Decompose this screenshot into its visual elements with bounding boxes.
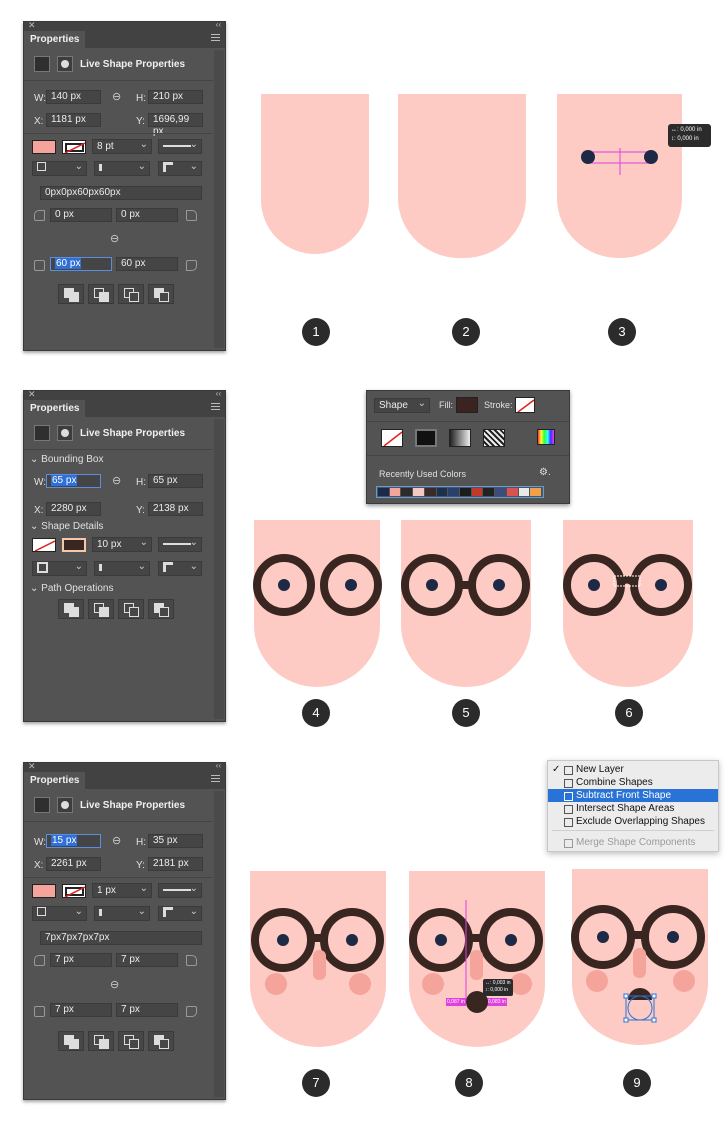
menu-item-combine[interactable]: Combine Shapes: [548, 776, 718, 789]
pupil: [278, 579, 290, 591]
recent-colors-row: [376, 486, 544, 498]
recent-color-swatch[interactable]: [506, 488, 518, 496]
pupil: [277, 934, 289, 946]
stroke-label: Stroke:: [484, 400, 513, 410]
cheek: [510, 973, 532, 995]
cheek: [422, 973, 444, 995]
gradient-button[interactable]: [449, 429, 471, 447]
stroke-color-swatch[interactable]: [515, 397, 535, 413]
menu-label: Exclude Overlapping Shapes: [576, 816, 705, 827]
artwork-canvas: [250, 94, 708, 1047]
recent-color-swatch[interactable]: [518, 488, 530, 496]
pupil: [505, 934, 517, 946]
gear-icon[interactable]: ⚙.: [539, 467, 551, 478]
menu-label: Subtract Front Shape: [576, 790, 672, 801]
nose: [313, 950, 326, 980]
path-operations-menu: ✓ New Layer Combine Shapes Subtract Front…: [547, 760, 719, 852]
step-badge: 5: [452, 699, 480, 727]
menu-item-exclude[interactable]: Exclude Overlapping Shapes: [548, 815, 718, 828]
pupil: [426, 579, 438, 591]
divider: [367, 455, 569, 456]
pupil: [345, 579, 357, 591]
recent-color-swatch[interactable]: [483, 488, 495, 496]
check-icon: ✓: [552, 764, 561, 775]
menu-item-new-layer[interactable]: ✓ New Layer: [548, 763, 718, 776]
combine-icon: [564, 779, 573, 788]
fill-popup: Shape Fill: Stroke: Recently Used Colors…: [366, 390, 570, 504]
pupil: [493, 579, 505, 591]
recent-color-swatch[interactable]: [460, 488, 471, 496]
pupil: [597, 931, 609, 943]
measure-line-1: ↔: 0,000 in: [671, 127, 702, 133]
step-badge: 4: [302, 699, 330, 727]
recent-color-swatch[interactable]: [495, 488, 506, 496]
recent-color-swatch[interactable]: [389, 488, 401, 496]
pupil: [588, 579, 600, 591]
step-badge: 7: [302, 1069, 330, 1097]
face-shape-1[interactable]: [261, 94, 369, 254]
menu-item-subtract[interactable]: Subtract Front Shape: [548, 789, 718, 802]
fill-label: Fill:: [439, 400, 453, 410]
divider: [367, 421, 569, 422]
menu-item-intersect[interactable]: Intersect Shape Areas: [548, 802, 718, 815]
step-badge: 6: [615, 699, 643, 727]
cheek: [586, 970, 608, 992]
step-badge: 2: [452, 318, 480, 346]
recent-color-swatch[interactable]: [378, 488, 389, 496]
menu-label: Combine Shapes: [576, 777, 653, 788]
fill-color-swatch[interactable]: [456, 397, 478, 413]
pupil: [435, 934, 447, 946]
nose-measure-line-1: ↔: 0,003 in: [485, 980, 511, 986]
cheek: [673, 970, 695, 992]
menu-label: Intersect Shape Areas: [576, 803, 675, 814]
face-shape-4[interactable]: [254, 520, 380, 687]
menu-divider: [552, 830, 714, 831]
menu-label: Merge Shape Components: [576, 837, 696, 848]
measure-tooltip: ↔: 0,000 in ↕: 0,000 in: [668, 124, 711, 147]
nose-measure-line-2: ↕: 0,000 in: [485, 987, 509, 993]
nose: [470, 950, 483, 980]
nose-measure-tooltip: ↔: 0,003 in ↕: 0,000 in: [483, 979, 513, 996]
no-color-button[interactable]: [381, 429, 403, 447]
step-badge: 3: [608, 318, 636, 346]
face-shape-3[interactable]: [557, 94, 682, 259]
recent-color-swatch[interactable]: [401, 488, 413, 496]
face-shape-2[interactable]: [397, 94, 526, 259]
solid-color-button[interactable]: [415, 429, 437, 447]
step-badge: 1: [302, 318, 330, 346]
menu-label: New Layer: [576, 764, 624, 775]
face-shape-6[interactable]: [563, 520, 693, 687]
pupil: [346, 934, 358, 946]
exclude-icon: [564, 818, 573, 827]
cheek: [265, 973, 287, 995]
merge-icon: [564, 839, 573, 848]
step-badge: 8: [455, 1069, 483, 1097]
subtract-icon: [564, 792, 573, 801]
face-shape-5[interactable]: [401, 520, 531, 687]
recent-color-swatch[interactable]: [413, 488, 424, 496]
pupil: [667, 931, 679, 943]
pattern-button[interactable]: [483, 429, 505, 447]
new-layer-icon: [564, 766, 573, 775]
nose: [633, 948, 646, 978]
measure-line-2: ↕: 0,000 in: [671, 136, 699, 142]
color-picker-icon[interactable]: [537, 429, 555, 445]
recent-color-swatch[interactable]: [448, 488, 460, 496]
menu-item-merge: Merge Shape Components: [548, 836, 718, 849]
shape-type-select[interactable]: Shape: [374, 397, 430, 413]
step-badge: 9: [623, 1069, 651, 1097]
recent-color-swatch[interactable]: [436, 488, 448, 496]
cheek: [349, 973, 371, 995]
recent-color-swatch[interactable]: [530, 488, 542, 496]
recent-color-swatch[interactable]: [471, 488, 483, 496]
nose-left-distance: 0,087 in: [447, 999, 465, 1005]
pupil: [655, 579, 667, 591]
intersect-icon: [564, 805, 573, 814]
nose-right-distance: 0,083 in: [488, 999, 506, 1005]
recent-colors-label: Recently Used Colors: [379, 469, 467, 479]
recent-color-swatch[interactable]: [424, 488, 436, 496]
